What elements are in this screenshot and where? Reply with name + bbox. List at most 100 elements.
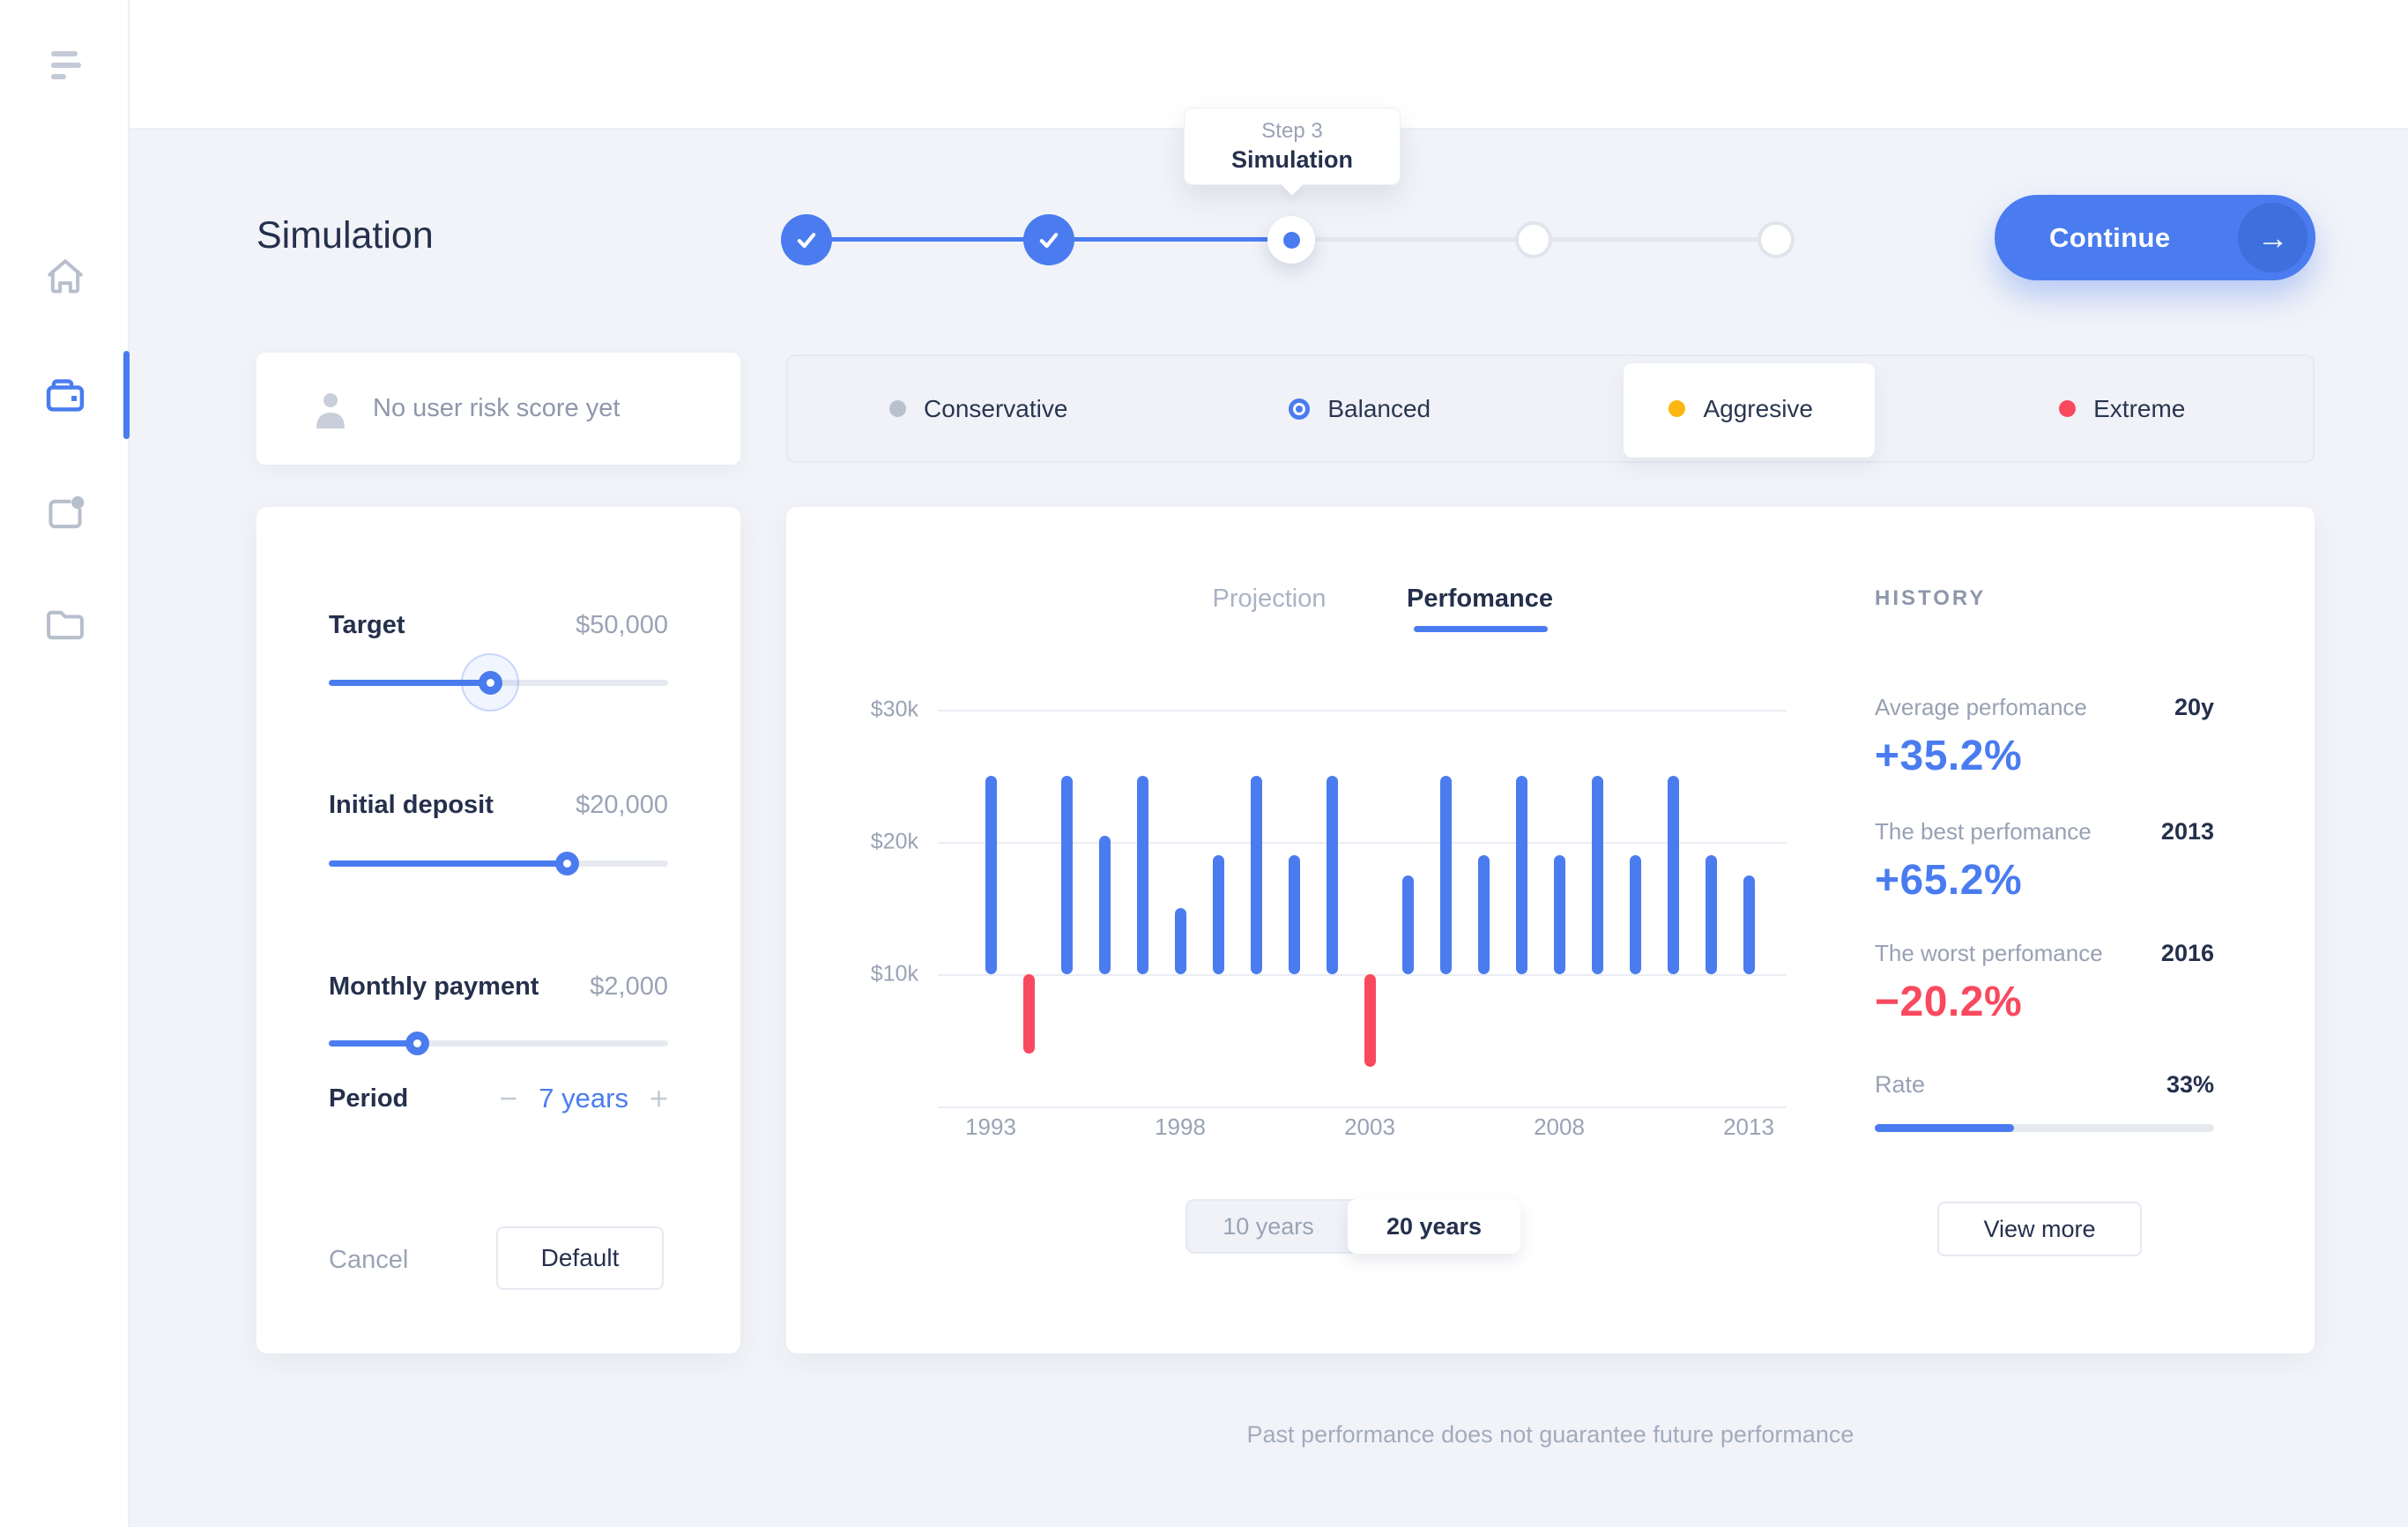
bar-1997 [1137, 776, 1148, 974]
slider-thumb[interactable] [479, 671, 502, 695]
risk-dot [2059, 400, 2076, 417]
stat-tag: 2013 [2161, 818, 2214, 845]
chart-gridline [938, 1106, 1787, 1108]
period-row: Period − 7 years + [329, 1080, 668, 1117]
risk-dot [889, 400, 906, 417]
risk-score-empty-label: No user risk score yet [373, 394, 620, 423]
period-increase-button[interactable]: + [650, 1080, 668, 1117]
bar-1993 [985, 776, 997, 974]
default-button[interactable]: Default [496, 1226, 664, 1290]
slider-thumb[interactable] [405, 1032, 429, 1055]
bar-1999 [1213, 855, 1224, 974]
risk-option-balanced[interactable]: Balanced [1170, 356, 1551, 461]
step-3-active[interactable] [1267, 216, 1315, 264]
bar-2000 [1251, 776, 1262, 974]
sidebar [0, 0, 130, 1527]
wallet-icon [42, 373, 88, 419]
sidebar-item-wallet[interactable] [42, 373, 88, 419]
stat-value: +35.2% [1875, 732, 2214, 780]
rate-value: 33% [2166, 1071, 2214, 1099]
simulation-settings-panel: Target $50,000 Initial deposit$20,000 Month… [256, 507, 740, 1353]
bar-2009 [1592, 776, 1603, 974]
stat-tag: 2016 [2161, 940, 2214, 967]
bar-2010 [1630, 855, 1641, 974]
check-icon [794, 227, 819, 252]
step-tooltip: Step 3 Simulation [1184, 108, 1401, 185]
bar-2008 [1554, 855, 1565, 974]
bar-2005 [1440, 776, 1452, 974]
slider-row-label: Monthly payment $2,000 [329, 972, 668, 1002]
risk-option-conservative[interactable]: Conservative [788, 356, 1170, 461]
step-4-todo[interactable] [1515, 221, 1552, 258]
step-5-todo[interactable] [1758, 221, 1795, 258]
stat-value: +65.2% [1875, 856, 2214, 905]
risk-option-label: Balanced [1327, 395, 1431, 423]
slider-row-label: Target $50,000 [329, 611, 668, 640]
bar-1994 [1023, 974, 1035, 1054]
risk-dot-selected [1289, 399, 1310, 420]
slider-label: Monthly payment [329, 972, 539, 1002]
stat-label: The worst perfomance [1875, 940, 2103, 967]
slider-track-initial-deposit[interactable] [329, 860, 668, 867]
sidebar-item-folder[interactable] [42, 602, 88, 648]
slider-thumb[interactable] [555, 852, 579, 875]
risk-score-card: No user risk score yet [256, 353, 740, 465]
slider-fill [329, 860, 567, 867]
active-tab-underline [1414, 626, 1548, 632]
bar-1995 [1061, 776, 1073, 974]
stat-tag: 20y [2174, 694, 2214, 721]
bar-2011 [1668, 776, 1679, 974]
stat-label: Average perfomance [1875, 694, 2087, 721]
sidebar-item-home[interactable] [42, 254, 88, 300]
step-tooltip-step: Step 3 [1185, 119, 1400, 144]
slider-value: $2,000 [590, 972, 668, 1002]
home-icon [42, 254, 88, 300]
period-decrease-button[interactable]: − [499, 1080, 517, 1117]
range-toggle: 10 years20 years [1185, 1199, 1520, 1254]
rate-progress-track[interactable] [1875, 1124, 2214, 1132]
folder-icon [42, 602, 88, 648]
tab-perfomance[interactable]: Perfomance [1407, 585, 1553, 614]
bar-2002 [1327, 776, 1338, 974]
bar-2007 [1516, 776, 1527, 974]
bar-1998 [1175, 908, 1186, 974]
app-root: CA New House Cameron Svenss [0, 0, 2408, 1527]
menu-icon[interactable] [51, 51, 86, 81]
risk-option-extreme[interactable]: Extreme [1932, 356, 2314, 461]
bar-2013 [1743, 875, 1755, 975]
cancel-button[interactable]: Cancel [329, 1246, 408, 1275]
bar-2012 [1706, 855, 1717, 974]
step-1-done[interactable] [781, 214, 832, 265]
rate-row: Rate 33% [1875, 1071, 2214, 1099]
history-title: HISTORY [1875, 586, 1986, 611]
x-axis-tick: 1993 [938, 1114, 1044, 1141]
slider-value: $50,000 [576, 611, 668, 640]
slider-track-monthly-payment[interactable] [329, 1040, 668, 1047]
x-axis-tick: 2008 [1506, 1114, 1612, 1141]
x-axis-tick: 1998 [1127, 1114, 1233, 1141]
risk-option-aggresive[interactable]: Aggresive [1550, 356, 1932, 461]
performance-panel: ProjectionPerfomance HISTORY $30k$20k$10… [786, 507, 2315, 1353]
y-axis-tick: $10k [813, 962, 918, 987]
period-value: 7 years [539, 1083, 628, 1114]
y-axis-tick: $20k [813, 830, 918, 855]
continue-button[interactable]: Continue → [1995, 195, 2315, 280]
slider-row-label: Initial deposit$20,000 [329, 791, 668, 820]
history-stat: The worst perfomance2016−20.2% [1875, 940, 2214, 1026]
sidebar-item-board-badge[interactable] [42, 491, 88, 537]
history-stat: Average perfomance 20y +35.2% [1875, 694, 2214, 780]
step-2-done[interactable] [1023, 214, 1074, 265]
chart-gridline [938, 974, 1787, 976]
stat-label: The best perfomance [1875, 818, 2092, 845]
active-nav-indicator [123, 351, 130, 439]
rate-label: Rate [1875, 1071, 1925, 1099]
bar-2003 [1364, 974, 1376, 1067]
tab-projection[interactable]: Projection [1213, 585, 1327, 614]
range-10-years[interactable]: 10 years [1187, 1201, 1349, 1252]
bar-1996 [1099, 836, 1111, 975]
range-20-years[interactable]: 20 years [1348, 1199, 1520, 1254]
view-more-button[interactable]: View more [1937, 1202, 2142, 1256]
slider-label: Target [329, 611, 405, 640]
slider-track-target[interactable] [329, 680, 668, 686]
x-axis-tick: 2003 [1317, 1114, 1423, 1141]
